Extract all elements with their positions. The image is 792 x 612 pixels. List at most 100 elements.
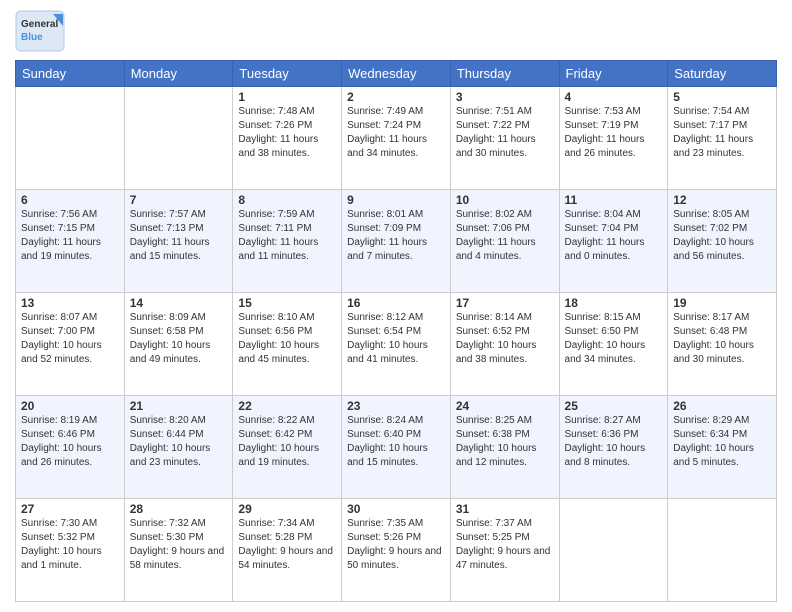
day-number: 31 <box>456 502 554 516</box>
day-info: Sunrise: 8:02 AMSunset: 7:06 PMDaylight:… <box>456 208 554 264</box>
day-info: Sunrise: 7:59 AMSunset: 7:11 PMDaylight:… <box>238 208 336 264</box>
table-row: 12Sunrise: 8:05 AMSunset: 7:02 PMDayligh… <box>668 190 777 293</box>
table-row: 1Sunrise: 7:48 AMSunset: 7:26 PMDaylight… <box>233 87 342 190</box>
day-number: 24 <box>456 399 554 413</box>
logo-svg: General Blue <box>15 10 65 52</box>
table-row: 27Sunrise: 7:30 AMSunset: 5:32 PMDayligh… <box>16 499 125 602</box>
day-info: Sunrise: 8:04 AMSunset: 7:04 PMDaylight:… <box>565 208 663 264</box>
day-info: Sunrise: 7:48 AMSunset: 7:26 PMDaylight:… <box>238 105 336 161</box>
day-info: Sunrise: 7:56 AMSunset: 7:15 PMDaylight:… <box>21 208 119 264</box>
day-number: 9 <box>347 193 445 207</box>
table-row: 13Sunrise: 8:07 AMSunset: 7:00 PMDayligh… <box>16 293 125 396</box>
day-info: Sunrise: 8:14 AMSunset: 6:52 PMDaylight:… <box>456 311 554 367</box>
day-info: Sunrise: 7:32 AMSunset: 5:30 PMDaylight:… <box>130 517 228 573</box>
day-info: Sunrise: 8:09 AMSunset: 6:58 PMDaylight:… <box>130 311 228 367</box>
day-number: 23 <box>347 399 445 413</box>
day-number: 25 <box>565 399 663 413</box>
table-row: 14Sunrise: 8:09 AMSunset: 6:58 PMDayligh… <box>124 293 233 396</box>
header-tuesday: Tuesday <box>233 61 342 87</box>
day-info: Sunrise: 7:54 AMSunset: 7:17 PMDaylight:… <box>673 105 771 161</box>
day-number: 22 <box>238 399 336 413</box>
svg-text:Blue: Blue <box>21 32 43 43</box>
day-info: Sunrise: 8:05 AMSunset: 7:02 PMDaylight:… <box>673 208 771 264</box>
table-row: 25Sunrise: 8:27 AMSunset: 6:36 PMDayligh… <box>559 396 668 499</box>
day-info: Sunrise: 8:27 AMSunset: 6:36 PMDaylight:… <box>565 414 663 470</box>
table-row: 23Sunrise: 8:24 AMSunset: 6:40 PMDayligh… <box>342 396 451 499</box>
day-number: 11 <box>565 193 663 207</box>
day-info: Sunrise: 8:01 AMSunset: 7:09 PMDaylight:… <box>347 208 445 264</box>
calendar-week-row: 1Sunrise: 7:48 AMSunset: 7:26 PMDaylight… <box>16 87 777 190</box>
logo: General Blue <box>15 10 65 52</box>
header-saturday: Saturday <box>668 61 777 87</box>
calendar-week-row: 6Sunrise: 7:56 AMSunset: 7:15 PMDaylight… <box>16 190 777 293</box>
table-row: 29Sunrise: 7:34 AMSunset: 5:28 PMDayligh… <box>233 499 342 602</box>
day-number: 19 <box>673 296 771 310</box>
day-number: 27 <box>21 502 119 516</box>
day-number: 17 <box>456 296 554 310</box>
day-number: 8 <box>238 193 336 207</box>
day-number: 18 <box>565 296 663 310</box>
day-number: 2 <box>347 90 445 104</box>
day-info: Sunrise: 8:12 AMSunset: 6:54 PMDaylight:… <box>347 311 445 367</box>
day-number: 12 <box>673 193 771 207</box>
day-number: 5 <box>673 90 771 104</box>
day-info: Sunrise: 7:35 AMSunset: 5:26 PMDaylight:… <box>347 517 445 573</box>
table-row <box>124 87 233 190</box>
header: General Blue <box>15 10 777 52</box>
day-info: Sunrise: 8:19 AMSunset: 6:46 PMDaylight:… <box>21 414 119 470</box>
day-number: 7 <box>130 193 228 207</box>
table-row: 4Sunrise: 7:53 AMSunset: 7:19 PMDaylight… <box>559 87 668 190</box>
header-wednesday: Wednesday <box>342 61 451 87</box>
table-row: 21Sunrise: 8:20 AMSunset: 6:44 PMDayligh… <box>124 396 233 499</box>
table-row: 11Sunrise: 8:04 AMSunset: 7:04 PMDayligh… <box>559 190 668 293</box>
day-number: 1 <box>238 90 336 104</box>
table-row: 8Sunrise: 7:59 AMSunset: 7:11 PMDaylight… <box>233 190 342 293</box>
table-row: 26Sunrise: 8:29 AMSunset: 6:34 PMDayligh… <box>668 396 777 499</box>
table-row: 18Sunrise: 8:15 AMSunset: 6:50 PMDayligh… <box>559 293 668 396</box>
weekday-header-row: Sunday Monday Tuesday Wednesday Thursday… <box>16 61 777 87</box>
table-row: 30Sunrise: 7:35 AMSunset: 5:26 PMDayligh… <box>342 499 451 602</box>
table-row: 22Sunrise: 8:22 AMSunset: 6:42 PMDayligh… <box>233 396 342 499</box>
table-row: 15Sunrise: 8:10 AMSunset: 6:56 PMDayligh… <box>233 293 342 396</box>
day-info: Sunrise: 8:29 AMSunset: 6:34 PMDaylight:… <box>673 414 771 470</box>
day-number: 16 <box>347 296 445 310</box>
day-number: 4 <box>565 90 663 104</box>
day-number: 20 <box>21 399 119 413</box>
day-info: Sunrise: 7:57 AMSunset: 7:13 PMDaylight:… <box>130 208 228 264</box>
table-row: 31Sunrise: 7:37 AMSunset: 5:25 PMDayligh… <box>450 499 559 602</box>
table-row: 20Sunrise: 8:19 AMSunset: 6:46 PMDayligh… <box>16 396 125 499</box>
table-row: 5Sunrise: 7:54 AMSunset: 7:17 PMDaylight… <box>668 87 777 190</box>
header-friday: Friday <box>559 61 668 87</box>
calendar-week-row: 13Sunrise: 8:07 AMSunset: 7:00 PMDayligh… <box>16 293 777 396</box>
table-row: 28Sunrise: 7:32 AMSunset: 5:30 PMDayligh… <box>124 499 233 602</box>
table-row: 19Sunrise: 8:17 AMSunset: 6:48 PMDayligh… <box>668 293 777 396</box>
page: General Blue Sunday Monday Tuesday Wedne… <box>0 0 792 612</box>
day-info: Sunrise: 8:22 AMSunset: 6:42 PMDaylight:… <box>238 414 336 470</box>
header-monday: Monday <box>124 61 233 87</box>
day-number: 3 <box>456 90 554 104</box>
day-info: Sunrise: 8:25 AMSunset: 6:38 PMDaylight:… <box>456 414 554 470</box>
table-row: 10Sunrise: 8:02 AMSunset: 7:06 PMDayligh… <box>450 190 559 293</box>
header-thursday: Thursday <box>450 61 559 87</box>
calendar-table: Sunday Monday Tuesday Wednesday Thursday… <box>15 60 777 602</box>
day-number: 26 <box>673 399 771 413</box>
day-info: Sunrise: 8:15 AMSunset: 6:50 PMDaylight:… <box>565 311 663 367</box>
day-info: Sunrise: 7:51 AMSunset: 7:22 PMDaylight:… <box>456 105 554 161</box>
table-row: 16Sunrise: 8:12 AMSunset: 6:54 PMDayligh… <box>342 293 451 396</box>
day-number: 21 <box>130 399 228 413</box>
calendar-week-row: 20Sunrise: 8:19 AMSunset: 6:46 PMDayligh… <box>16 396 777 499</box>
day-info: Sunrise: 7:53 AMSunset: 7:19 PMDaylight:… <box>565 105 663 161</box>
table-row: 17Sunrise: 8:14 AMSunset: 6:52 PMDayligh… <box>450 293 559 396</box>
day-info: Sunrise: 7:49 AMSunset: 7:24 PMDaylight:… <box>347 105 445 161</box>
day-info: Sunrise: 8:07 AMSunset: 7:00 PMDaylight:… <box>21 311 119 367</box>
day-info: Sunrise: 7:34 AMSunset: 5:28 PMDaylight:… <box>238 517 336 573</box>
day-info: Sunrise: 8:20 AMSunset: 6:44 PMDaylight:… <box>130 414 228 470</box>
header-sunday: Sunday <box>16 61 125 87</box>
svg-text:General: General <box>21 19 58 30</box>
table-row: 3Sunrise: 7:51 AMSunset: 7:22 PMDaylight… <box>450 87 559 190</box>
table-row <box>559 499 668 602</box>
table-row <box>668 499 777 602</box>
day-number: 28 <box>130 502 228 516</box>
day-info: Sunrise: 7:30 AMSunset: 5:32 PMDaylight:… <box>21 517 119 573</box>
table-row: 2Sunrise: 7:49 AMSunset: 7:24 PMDaylight… <box>342 87 451 190</box>
